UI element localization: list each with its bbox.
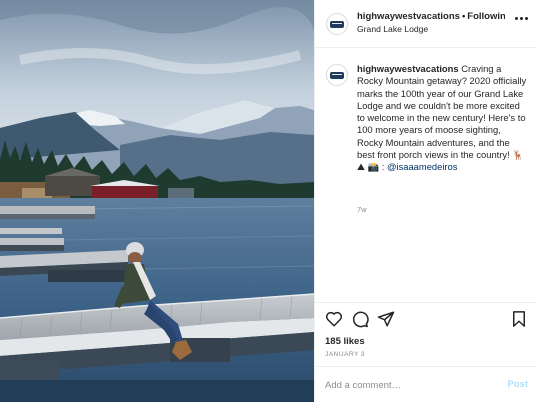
separator-dot: •: [461, 11, 466, 22]
caption-area: highwaywestvacations Craving a Rocky Mou…: [315, 48, 537, 302]
comment-icon[interactable]: [351, 310, 369, 328]
post-comment-button[interactable]: Post: [507, 379, 528, 390]
profile-avatar[interactable]: [326, 13, 348, 35]
location-link[interactable]: Grand Lake Lodge: [357, 24, 428, 34]
heart-icon[interactable]: [325, 310, 343, 328]
post-photo[interactable]: [0, 0, 314, 402]
caption-body: Craving a Rocky Mountain getaway? 2020 o…: [357, 63, 527, 173]
username-link[interactable]: highwaywestvacations: [357, 11, 460, 22]
mention-link[interactable]: @isaaamedeiros: [387, 161, 458, 172]
caption-timestamp[interactable]: 7w: [357, 205, 367, 214]
post-header: highwaywestvacations•Following Grand Lak…: [315, 0, 537, 48]
action-bar: 185 likes JANUARY 3: [315, 302, 537, 366]
comment-input[interactable]: [325, 376, 490, 394]
post-details-panel: highwaywestvacations•Following Grand Lak…: [314, 0, 537, 402]
bookmark-icon[interactable]: [510, 310, 528, 328]
comment-box: Post: [315, 366, 537, 402]
caption-username-link[interactable]: highwaywestvacations: [357, 63, 459, 74]
post-date[interactable]: JANUARY 3: [325, 351, 365, 358]
share-icon[interactable]: [377, 310, 395, 328]
header-user-line: highwaywestvacations•Following: [357, 11, 505, 22]
follow-status-button[interactable]: Following: [467, 11, 505, 22]
lake-photo-illustration: [0, 0, 314, 402]
instagram-post: highwaywestvacations•Following Grand Lak…: [0, 0, 537, 402]
more-options-icon[interactable]: [515, 17, 528, 20]
avatar-logo: [330, 71, 344, 79]
caption-text: highwaywestvacations Craving a Rocky Mou…: [357, 63, 529, 174]
avatar-logo: [330, 20, 344, 28]
caption-avatar[interactable]: [326, 64, 348, 86]
likes-count[interactable]: 185 likes: [325, 336, 365, 347]
